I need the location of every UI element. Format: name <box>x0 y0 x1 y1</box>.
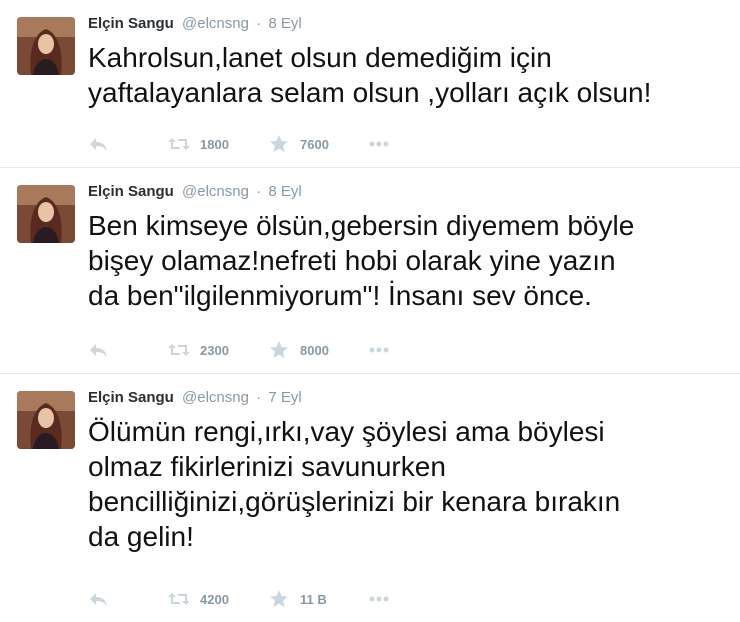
retweet-button[interactable]: 4200 <box>168 590 268 608</box>
favorite-count: 11 B <box>300 591 327 607</box>
tweet-timeline: Elçin Sangu @elcnsng · 8 Eyl Kahrolsun,l… <box>0 0 740 622</box>
tweet-header: Elçin Sangu @elcnsng · 7 Eyl <box>88 388 730 410</box>
separator-dot: · <box>256 15 262 32</box>
more-icon <box>368 341 390 359</box>
reply-icon <box>88 341 110 359</box>
more-icon <box>368 590 390 608</box>
avatar[interactable] <box>17 391 75 449</box>
tweet-text: Kahrolsun,lanet olsun demediğim için yaf… <box>88 42 652 108</box>
tweet[interactable]: Elçin Sangu @elcnsng · 8 Eyl Ben kimseye… <box>0 168 740 374</box>
favorite-star-icon <box>268 341 290 359</box>
reply-button[interactable] <box>88 135 168 153</box>
more-button[interactable] <box>368 341 390 359</box>
reply-icon <box>88 135 110 153</box>
avatar[interactable] <box>17 185 75 243</box>
separator-dot: · <box>256 389 262 406</box>
fullname[interactable]: Elçin Sangu <box>88 15 174 32</box>
tweet[interactable]: Elçin Sangu @elcnsng · 8 Eyl Kahrolsun,l… <box>0 0 740 168</box>
username[interactable]: @elcnsng <box>182 15 249 32</box>
retweet-count: 4200 <box>200 591 229 607</box>
favorite-button[interactable]: 7600 <box>268 135 368 153</box>
retweet-button[interactable]: 1800 <box>168 135 268 153</box>
more-button[interactable] <box>368 590 390 608</box>
tweet-text: Ben kimseye ölsün,gebersin diyemem böyle… <box>88 210 635 311</box>
separator-dot: · <box>256 183 262 200</box>
username[interactable]: @elcnsng <box>182 183 249 200</box>
reply-button[interactable] <box>88 590 168 608</box>
retweet-button[interactable]: 2300 <box>168 341 268 359</box>
fullname[interactable]: Elçin Sangu <box>88 389 174 406</box>
favorite-button[interactable]: 8000 <box>268 341 368 359</box>
tweet-header: Elçin Sangu @elcnsng · 8 Eyl <box>88 182 730 204</box>
tweet-actions: 1800 7600 <box>88 133 390 155</box>
reply-button[interactable] <box>88 341 168 359</box>
reply-icon <box>88 590 110 608</box>
favorite-button[interactable]: 11 B <box>268 590 368 608</box>
timestamp[interactable]: 8 Eyl <box>268 15 301 32</box>
favorite-count: 8000 <box>300 342 329 358</box>
favorite-star-icon <box>268 135 290 153</box>
timestamp[interactable]: 8 Eyl <box>268 183 301 200</box>
retweet-icon <box>168 135 190 153</box>
avatar[interactable] <box>17 17 75 75</box>
tweet-actions: 2300 8000 <box>88 339 390 361</box>
retweet-icon <box>168 341 190 359</box>
more-icon <box>368 135 390 153</box>
retweet-icon <box>168 590 190 608</box>
tweet-text: Ölümün rengi,ırkı,vay şöylesi ama böyles… <box>88 416 621 552</box>
more-button[interactable] <box>368 135 390 153</box>
tweet-actions: 4200 11 B <box>88 588 390 610</box>
retweet-count: 2300 <box>200 342 229 358</box>
username[interactable]: @elcnsng <box>182 389 249 406</box>
fullname[interactable]: Elçin Sangu <box>88 183 174 200</box>
tweet-header: Elçin Sangu @elcnsng · 8 Eyl <box>88 14 730 36</box>
timestamp[interactable]: 7 Eyl <box>268 389 301 406</box>
favorite-count: 7600 <box>300 136 329 152</box>
retweet-count: 1800 <box>200 136 229 152</box>
favorite-star-icon <box>268 590 290 608</box>
tweet[interactable]: Elçin Sangu @elcnsng · 7 Eyl Ölümün reng… <box>0 374 740 622</box>
